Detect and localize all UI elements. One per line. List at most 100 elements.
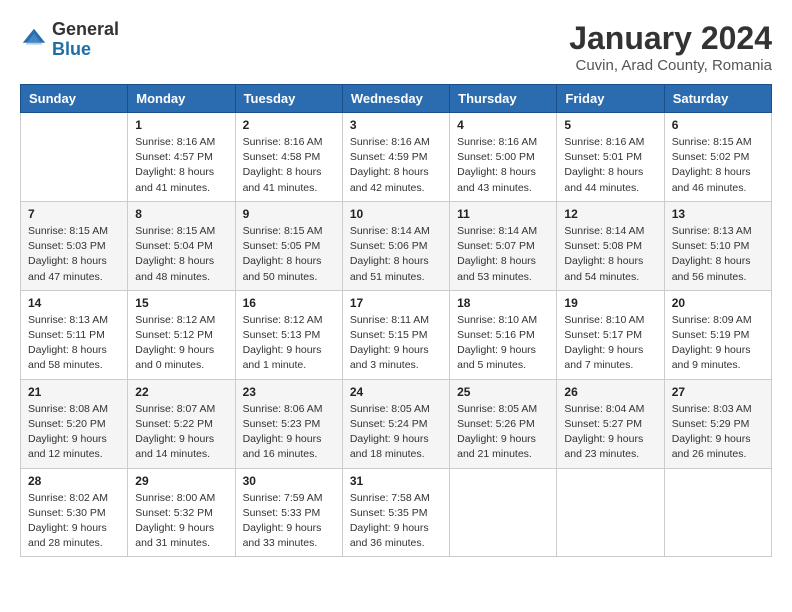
day-number: 17	[350, 296, 442, 310]
day-number: 18	[457, 296, 549, 310]
header-day-tuesday: Tuesday	[235, 85, 342, 113]
day-info: Sunrise: 8:08 AMSunset: 5:20 PMDaylight:…	[28, 402, 120, 463]
logo-blue: Blue	[52, 39, 91, 59]
day-number: 11	[457, 207, 549, 221]
title-block: January 2024 Cuvin, Arad County, Romania	[569, 20, 772, 74]
header-day-thursday: Thursday	[450, 85, 557, 113]
day-info: Sunrise: 8:14 AMSunset: 5:07 PMDaylight:…	[457, 224, 549, 285]
week-row-2: 7Sunrise: 8:15 AMSunset: 5:03 PMDaylight…	[21, 201, 772, 290]
day-number: 19	[564, 296, 656, 310]
day-info: Sunrise: 7:59 AMSunset: 5:33 PMDaylight:…	[243, 491, 335, 552]
day-cell: 15Sunrise: 8:12 AMSunset: 5:12 PMDayligh…	[128, 290, 235, 379]
logo-icon	[20, 26, 48, 54]
day-number: 4	[457, 118, 549, 132]
day-cell: 21 Sunrise: 8:08 AMSunset: 5:20 PMDayligh…	[21, 379, 128, 468]
day-info: Sunrise: 8:13 AMSunset: 5:11 PMDaylight:…	[28, 313, 120, 374]
day-cell: 19Sunrise: 8:10 AMSunset: 5:17 PMDayligh…	[557, 290, 664, 379]
day-info: Sunrise: 8:16 AMSunset: 5:00 PMDaylight:…	[457, 135, 549, 196]
day-cell: 25Sunrise: 8:05 AMSunset: 5:26 PMDayligh…	[450, 379, 557, 468]
day-number: 24	[350, 385, 442, 399]
day-cell: 12Sunrise: 8:14 AMSunset: 5:08 PMDayligh…	[557, 201, 664, 290]
day-cell: 7Sunrise: 8:15 AMSunset: 5:03 PMDaylight…	[21, 201, 128, 290]
week-row-4: 21 Sunrise: 8:08 AMSunset: 5:20 PMDayligh…	[21, 379, 772, 468]
header-day-saturday: Saturday	[664, 85, 771, 113]
day-number: 23	[243, 385, 335, 399]
day-cell: 27 Sunrise: 8:03 AMSunset: 5:29 PMDayligh…	[664, 379, 771, 468]
day-info: Sunrise: 8:15 AMSunset: 5:05 PMDaylight:…	[243, 224, 335, 285]
day-info: Sunrise: 8:16 AMSunset: 4:57 PMDaylight:…	[135, 135, 227, 196]
week-row-1: 1Sunrise: 8:16 AMSunset: 4:57 PMDaylight…	[21, 113, 772, 202]
day-info: Sunrise: 8:15 AMSunset: 5:04 PMDaylight:…	[135, 224, 227, 285]
day-cell: 22Sunrise: 8:07 AMSunset: 5:22 PMDayligh…	[128, 379, 235, 468]
day-number: 14	[28, 296, 120, 310]
header-day-monday: Monday	[128, 85, 235, 113]
day-number: 9	[243, 207, 335, 221]
day-cell: 24 Sunrise: 8:05 AMSunset: 5:24 PMDayligh…	[342, 379, 449, 468]
day-info: Sunrise: 7:58 AMSunset: 5:35 PMDaylight:…	[350, 491, 442, 552]
day-cell: 28Sunrise: 8:02 AMSunset: 5:30 PMDayligh…	[21, 468, 128, 557]
day-info: Sunrise: 8:09 AMSunset: 5:19 PMDaylight:…	[672, 313, 764, 374]
day-info: Sunrise: 8:12 AMSunset: 5:12 PMDaylight:…	[135, 313, 227, 374]
location: Cuvin, Arad County, Romania	[569, 57, 772, 74]
day-info: Sunrise: 8:05 AMSunset: 5:26 PMDaylight:…	[457, 402, 549, 463]
day-number: 27	[672, 385, 764, 399]
week-row-3: 14 Sunrise: 8:13 AMSunset: 5:11 PMDayligh…	[21, 290, 772, 379]
day-cell: 11 Sunrise: 8:14 AMSunset: 5:07 PMDayligh…	[450, 201, 557, 290]
header-day-sunday: Sunday	[21, 85, 128, 113]
day-number: 30	[243, 474, 335, 488]
day-number: 2	[243, 118, 335, 132]
day-number: 20	[672, 296, 764, 310]
day-info: Sunrise: 8:10 AMSunset: 5:16 PMDaylight:…	[457, 313, 549, 374]
day-info: Sunrise: 8:04 AMSunset: 5:27 PMDaylight:…	[564, 402, 656, 463]
day-info: Sunrise: 8:16 AMSunset: 4:58 PMDaylight:…	[243, 135, 335, 196]
week-row-5: 28Sunrise: 8:02 AMSunset: 5:30 PMDayligh…	[21, 468, 772, 557]
day-cell: 31 Sunrise: 7:58 AMSunset: 5:35 PMDayligh…	[342, 468, 449, 557]
day-number: 6	[672, 118, 764, 132]
day-number: 31	[350, 474, 442, 488]
day-info: Sunrise: 8:16 AMSunset: 5:01 PMDaylight:…	[564, 135, 656, 196]
day-cell: 10 Sunrise: 8:14 AMSunset: 5:06 PMDayligh…	[342, 201, 449, 290]
day-number: 10	[350, 207, 442, 221]
day-cell: 5 Sunrise: 8:16 AMSunset: 5:01 PMDaylight…	[557, 113, 664, 202]
day-info: Sunrise: 8:15 AMSunset: 5:03 PMDaylight:…	[28, 224, 120, 285]
day-cell: 26Sunrise: 8:04 AMSunset: 5:27 PMDayligh…	[557, 379, 664, 468]
day-cell: 8 Sunrise: 8:15 AMSunset: 5:04 PMDaylight…	[128, 201, 235, 290]
day-number: 13	[672, 207, 764, 221]
day-cell: 13 Sunrise: 8:13 AMSunset: 5:10 PMDayligh…	[664, 201, 771, 290]
day-cell	[450, 468, 557, 557]
day-cell: 29Sunrise: 8:00 AMSunset: 5:32 PMDayligh…	[128, 468, 235, 557]
day-cell: 9 Sunrise: 8:15 AMSunset: 5:05 PMDaylight…	[235, 201, 342, 290]
day-cell	[664, 468, 771, 557]
day-info: Sunrise: 8:02 AMSunset: 5:30 PMDaylight:…	[28, 491, 120, 552]
day-cell: 14 Sunrise: 8:13 AMSunset: 5:11 PMDayligh…	[21, 290, 128, 379]
day-info: Sunrise: 8:11 AMSunset: 5:15 PMDaylight:…	[350, 313, 442, 374]
day-cell: 18 Sunrise: 8:10 AMSunset: 5:16 PMDayligh…	[450, 290, 557, 379]
day-info: Sunrise: 8:13 AMSunset: 5:10 PMDaylight:…	[672, 224, 764, 285]
day-info: Sunrise: 8:16 AMSunset: 4:59 PMDaylight:…	[350, 135, 442, 196]
logo-general: General	[52, 19, 119, 39]
day-cell: 30 Sunrise: 7:59 AMSunset: 5:33 PMDayligh…	[235, 468, 342, 557]
day-info: Sunrise: 8:05 AMSunset: 5:24 PMDaylight:…	[350, 402, 442, 463]
day-number: 8	[135, 207, 227, 221]
day-info: Sunrise: 8:06 AMSunset: 5:23 PMDaylight:…	[243, 402, 335, 463]
day-number: 5	[564, 118, 656, 132]
logo-text: General Blue	[52, 20, 119, 60]
header-day-wednesday: Wednesday	[342, 85, 449, 113]
day-info: Sunrise: 8:00 AMSunset: 5:32 PMDaylight:…	[135, 491, 227, 552]
day-info: Sunrise: 8:03 AMSunset: 5:29 PMDaylight:…	[672, 402, 764, 463]
day-cell	[21, 113, 128, 202]
day-number: 22	[135, 385, 227, 399]
day-cell: 1Sunrise: 8:16 AMSunset: 4:57 PMDaylight…	[128, 113, 235, 202]
header-day-friday: Friday	[557, 85, 664, 113]
day-number: 3	[350, 118, 442, 132]
day-info: Sunrise: 8:14 AMSunset: 5:06 PMDaylight:…	[350, 224, 442, 285]
day-info: Sunrise: 8:12 AMSunset: 5:13 PMDaylight:…	[243, 313, 335, 374]
day-info: Sunrise: 8:15 AMSunset: 5:02 PMDaylight:…	[672, 135, 764, 196]
day-cell: 6 Sunrise: 8:15 AMSunset: 5:02 PMDaylight…	[664, 113, 771, 202]
day-cell: 4 Sunrise: 8:16 AMSunset: 5:00 PMDaylight…	[450, 113, 557, 202]
month-title: January 2024	[569, 20, 772, 57]
day-number: 21	[28, 385, 120, 399]
day-cell	[557, 468, 664, 557]
page-header: General Blue January 2024 Cuvin, Arad Co…	[20, 20, 772, 74]
logo: General Blue	[20, 20, 119, 60]
